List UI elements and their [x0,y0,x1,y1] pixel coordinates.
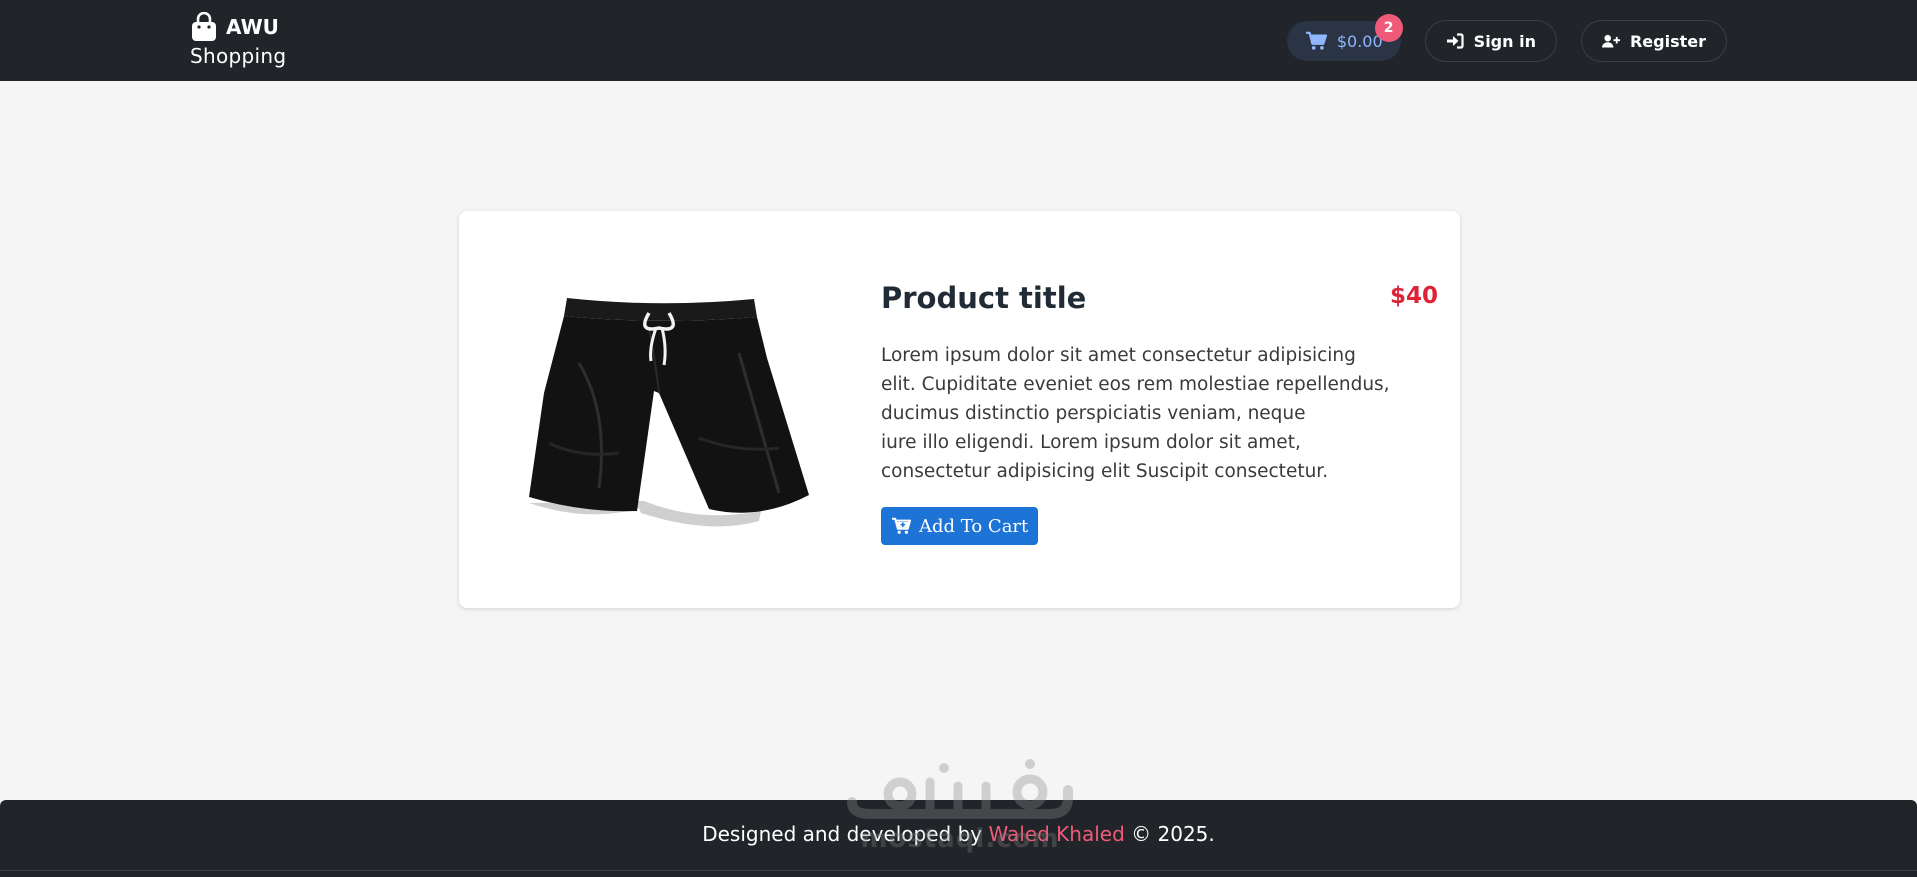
nav-actions: $0.00 2 Sign in Register [1286,14,1727,62]
product-description: Lorem ipsum dolor sit amet consectetur a… [881,341,1390,486]
brand-logo[interactable]: AWU Shopping [190,12,310,68]
product-title: Product title [881,281,1087,315]
cart-count-badge: 2 [1374,14,1403,42]
brand-subtitle: Shopping [190,44,287,68]
footer: Designed and developed by Waled Khaled ©… [0,800,1917,877]
description-line: elit. Cupiditate eveniet eos rem molesti… [881,374,1390,395]
footer-prefix: Designed and developed by [702,822,989,846]
black-shorts-image [529,298,809,527]
product-card: Product title $40 Lorem ipsum dolor sit … [459,211,1460,608]
register-label: Register [1629,31,1706,51]
description-line: Lorem ipsum dolor sit amet consectetur a… [881,345,1356,366]
cart-button[interactable]: $0.00 2 [1286,14,1403,61]
cart-icon [1305,31,1327,50]
brand-name: AWU [226,15,279,39]
user-plus-icon [1601,34,1620,48]
brand-row: AWU [190,12,310,42]
shopping-bag-icon [192,12,216,41]
product-price: $40 [1389,283,1438,309]
sign-in-icon [1446,33,1464,49]
add-to-cart-button[interactable]: Add To Cart [881,507,1039,545]
footer-credit: Designed and developed by Waled Khaled ©… [0,822,1917,846]
footer-divider [0,870,1917,871]
description-line: ducimus distinctio perspiciatis veniam, … [881,403,1306,424]
author-link[interactable]: Waled Khaled [989,822,1125,846]
footer-suffix: © 2025. [1124,822,1215,846]
register-button[interactable]: Register [1580,20,1727,62]
add-to-cart-label: Add To Cart [919,515,1029,537]
description-line: consectetur adipisicing elit Suscipit co… [881,461,1329,482]
sign-in-button[interactable]: Sign in [1424,20,1557,62]
description-line: iure illo eligendi. Lorem ipsum dolor si… [881,432,1301,453]
sign-in-label: Sign in [1473,31,1536,51]
cart-plus-icon [892,517,911,534]
navbar: AWU Shopping $0.00 2 Sign in Register [0,0,1917,81]
